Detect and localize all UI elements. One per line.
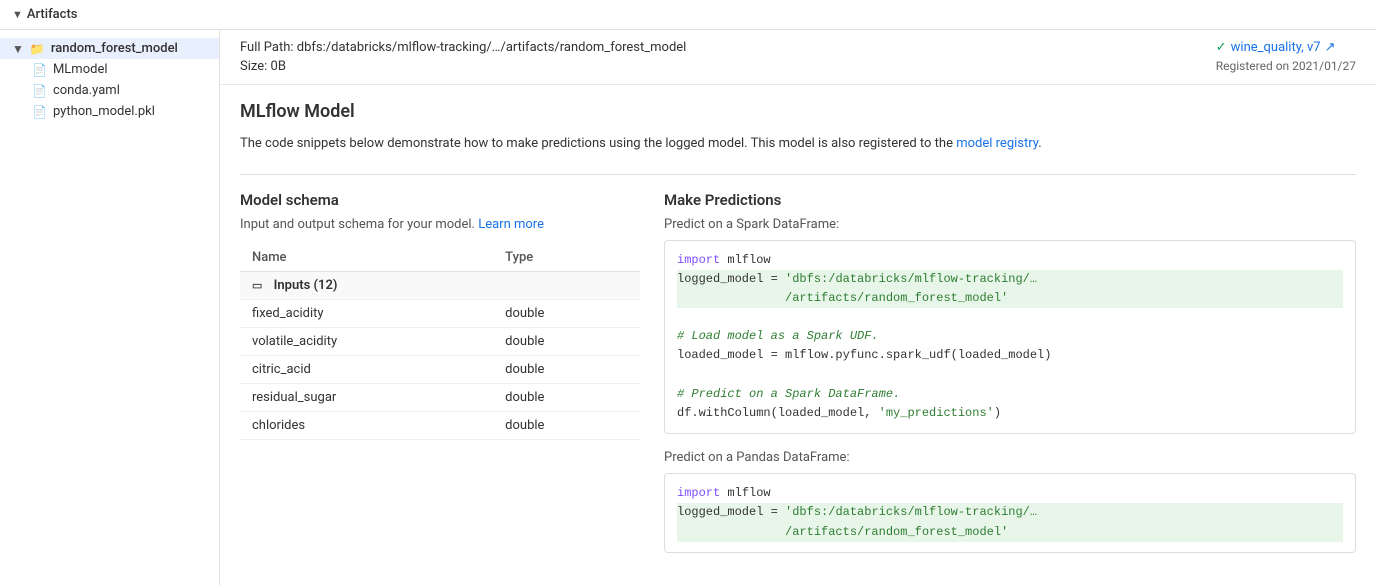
path-label: Full Path:	[240, 40, 294, 55]
comment-load: # Load model as a Spark UDF.	[677, 329, 879, 343]
sidebar: ▼ 📁 random_forest_model 📄 MLmodel 📄 cond…	[0, 30, 220, 585]
sidebar-item-python-model[interactable]: 📄 python_model.pkl	[0, 101, 219, 122]
table-row: fixed_acidity double	[240, 299, 640, 327]
field-type: double	[493, 411, 640, 439]
section-title: MLflow Model	[240, 101, 1356, 122]
table-row: citric_acid double	[240, 355, 640, 383]
file-icon: 📄	[32, 84, 47, 98]
predict-line: df.withColumn(loaded_model, 'my_predicti…	[677, 406, 1001, 420]
chevron-icon: ▼	[12, 8, 23, 21]
loaded-model-line: loaded_model = mlflow.pyfunc.spark_udf(l…	[677, 348, 1051, 362]
table-row: volatile_acidity double	[240, 327, 640, 355]
spark-subtitle: Predict on a Spark DataFrame:	[664, 217, 1356, 232]
field-type: double	[493, 355, 640, 383]
external-link-icon: ↗	[1325, 40, 1336, 55]
artifacts-header: ▼ Artifacts	[0, 0, 1376, 30]
sidebar-item-mlmodel[interactable]: 📄 MLmodel	[0, 59, 219, 80]
pandas-logged-model-line2: /artifacts/random_forest_model'	[677, 523, 1343, 542]
collapse-icon: ▼	[12, 42, 24, 56]
size-val: 0B	[271, 59, 286, 74]
description-end: .	[1038, 136, 1041, 151]
sidebar-item-random-forest-model[interactable]: ▼ 📁 random_forest_model	[0, 38, 219, 59]
check-icon: ✓	[1216, 40, 1227, 55]
kw-import: import	[677, 253, 720, 267]
right-panel: Full Path: dbfs:/databricks/mlflow-track…	[220, 30, 1376, 585]
model-registry-link[interactable]: model registry	[956, 136, 1038, 151]
schema-panel: Model schema Input and output schema for…	[240, 191, 640, 569]
predictions-title: Make Predictions	[664, 191, 1356, 209]
info-bar-left: Full Path: dbfs:/databricks/mlflow-track…	[240, 40, 686, 74]
main-area: ▼ 📁 random_forest_model 📄 MLmodel 📄 cond…	[0, 30, 1376, 585]
registry-label: wine_quality, v7	[1231, 40, 1321, 55]
table-row: residual_sugar double	[240, 383, 640, 411]
mlflow-text: mlflow	[720, 253, 770, 267]
schema-title: Model schema	[240, 191, 640, 209]
logged-model-line1: logged_model = 'dbfs:/databricks/mlflow-…	[677, 270, 1343, 289]
pandas-logged-model-line1: logged_model = 'dbfs:/databricks/mlflow-…	[677, 503, 1343, 522]
field-type: double	[493, 299, 640, 327]
schema-subtitle: Input and output schema for your model. …	[240, 217, 640, 232]
inputs-group-label: ▭ Inputs (12)	[240, 271, 640, 299]
registry-link[interactable]: ✓ wine_quality, v7 ↗	[1216, 40, 1356, 55]
field-type: double	[493, 327, 640, 355]
learn-more-link[interactable]: Learn more	[478, 217, 544, 232]
col-name-header: Name	[240, 244, 493, 272]
size-label: Size:	[240, 59, 267, 74]
predictions-panel: Make Predictions Predict on a Spark Data…	[664, 191, 1356, 569]
description-text: The code snippets below demonstrate how …	[240, 136, 953, 151]
page-title: Artifacts	[27, 7, 78, 22]
field-name: volatile_acidity	[240, 327, 493, 355]
info-bar: Full Path: dbfs:/databricks/mlflow-track…	[220, 30, 1376, 85]
sidebar-item-label: MLmodel	[53, 62, 108, 77]
field-name: residual_sugar	[240, 383, 493, 411]
size-line: Size: 0B	[240, 59, 686, 74]
schema-table: Name Type ▭ Inputs (12)	[240, 244, 640, 440]
mlflow-text-2: mlflow	[720, 486, 770, 500]
spark-code-block: import mlflow logged_model = 'dbfs:/data…	[664, 240, 1356, 435]
field-name: fixed_acidity	[240, 299, 493, 327]
content-area: MLflow Model The code snippets below dem…	[220, 85, 1376, 585]
registered-date: Registered on 2021/01/27	[1216, 59, 1356, 73]
sidebar-item-label: python_model.pkl	[53, 104, 155, 119]
sidebar-item-label: conda.yaml	[53, 83, 120, 98]
schema-subtitle-text: Input and output schema for your model.	[240, 217, 475, 232]
field-name: citric_acid	[240, 355, 493, 383]
sidebar-item-conda-yaml[interactable]: 📄 conda.yaml	[0, 80, 219, 101]
collapse-icon: ▭	[252, 279, 262, 292]
table-row: chlorides double	[240, 411, 640, 439]
info-bar-right: ✓ wine_quality, v7 ↗ Registered on 2021/…	[1216, 40, 1356, 73]
kw-import-2: import	[677, 486, 720, 500]
path-line: Full Path: dbfs:/databricks/mlflow-track…	[240, 40, 686, 55]
field-name: chlorides	[240, 411, 493, 439]
logged-model-line2: /artifacts/random_forest_model'	[677, 289, 1343, 308]
sidebar-item-label: random_forest_model	[51, 41, 178, 56]
inputs-group-row[interactable]: ▭ Inputs (12)	[240, 271, 640, 299]
file-icon: 📄	[32, 105, 47, 119]
comment-predict: # Predict on a Spark DataFrame.	[677, 387, 900, 401]
file-icon: 📄	[32, 63, 47, 77]
description: The code snippets below demonstrate how …	[240, 134, 1356, 154]
pandas-subtitle: Predict on a Pandas DataFrame:	[664, 450, 1356, 465]
field-type: double	[493, 383, 640, 411]
path-value: dbfs:/databricks/mlflow-tracking/…/artif…	[297, 40, 687, 55]
pandas-code-block: import mlflow logged_model = 'dbfs:/data…	[664, 473, 1356, 553]
col-type-header: Type	[493, 244, 640, 272]
folder-icon: 📁	[30, 42, 45, 56]
two-col-layout: Model schema Input and output schema for…	[240, 174, 1356, 569]
